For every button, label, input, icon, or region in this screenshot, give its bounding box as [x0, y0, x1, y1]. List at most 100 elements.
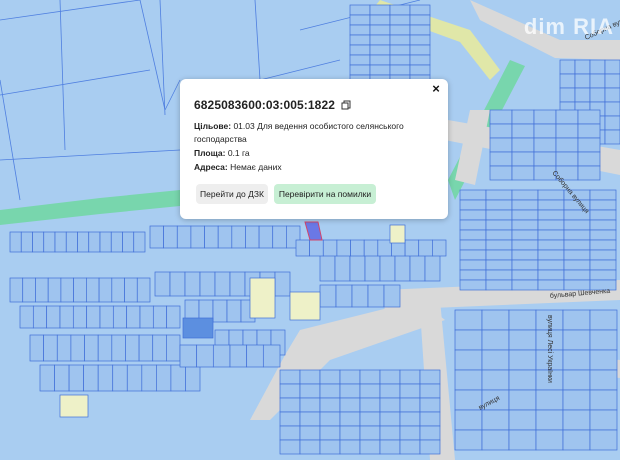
parcel[interactable]	[35, 277, 49, 303]
parcel[interactable]	[399, 397, 421, 413]
parcel[interactable]	[379, 254, 396, 282]
parcel[interactable]	[322, 239, 338, 257]
parcel[interactable]	[319, 383, 341, 399]
parcel[interactable]	[577, 165, 601, 181]
parcel[interactable]	[563, 229, 591, 241]
parcel[interactable]	[319, 397, 341, 413]
parcel[interactable]	[204, 225, 219, 249]
parcel[interactable]	[86, 277, 100, 303]
parcel[interactable]	[279, 383, 301, 399]
parcel[interactable]	[389, 14, 411, 26]
parcel[interactable]	[481, 349, 510, 371]
parcel[interactable]	[511, 199, 539, 211]
parcel[interactable]	[508, 349, 537, 371]
parcel[interactable]	[176, 225, 192, 249]
parcel[interactable]	[409, 24, 431, 36]
parcel[interactable]	[377, 239, 392, 257]
parcel[interactable]	[562, 409, 591, 431]
parcel[interactable]	[73, 277, 87, 303]
parcel[interactable]	[562, 389, 591, 411]
parcel[interactable]	[454, 329, 483, 351]
parcel[interactable]	[339, 397, 361, 413]
parcel[interactable]	[369, 44, 391, 56]
parcel[interactable]	[32, 231, 45, 253]
parcel[interactable]	[589, 369, 618, 391]
parcel[interactable]	[279, 369, 301, 385]
parcel[interactable]	[485, 199, 513, 211]
parcel[interactable]	[299, 383, 321, 399]
parcel[interactable]	[559, 87, 576, 103]
parcel[interactable]	[231, 225, 246, 249]
parcel[interactable]	[359, 369, 381, 385]
parcel[interactable]	[511, 209, 539, 221]
parcel[interactable]	[589, 389, 618, 411]
parcel[interactable]	[399, 425, 421, 441]
parcel[interactable]	[359, 411, 381, 427]
parcel[interactable]	[39, 364, 55, 392]
parcel[interactable]	[562, 369, 591, 391]
close-button[interactable]: ×	[428, 81, 444, 97]
parcel[interactable]	[379, 439, 401, 455]
parcel[interactable]	[489, 109, 513, 125]
parcel[interactable]	[163, 225, 178, 249]
parcel[interactable]	[562, 429, 591, 451]
parcel[interactable]	[459, 189, 487, 201]
parcel[interactable]	[184, 271, 201, 297]
parcel[interactable]	[212, 344, 231, 368]
parcel[interactable]	[562, 329, 591, 351]
parcel[interactable]	[77, 231, 90, 253]
parcel[interactable]	[604, 101, 620, 117]
parcel[interactable]	[389, 24, 411, 36]
parcel[interactable]	[149, 225, 164, 249]
parcel[interactable]	[309, 239, 324, 257]
parcel[interactable]	[537, 229, 565, 241]
parcel[interactable]	[299, 397, 321, 413]
parcel[interactable]	[124, 277, 138, 303]
parcel[interactable]	[369, 64, 391, 76]
parcel[interactable]	[170, 364, 186, 392]
parcel[interactable]	[229, 344, 248, 368]
parcel[interactable]	[563, 279, 591, 291]
parcel[interactable]	[214, 271, 231, 297]
parcel[interactable]	[508, 409, 537, 431]
parcel[interactable]	[535, 389, 564, 411]
parcel[interactable]	[511, 123, 535, 139]
parcel[interactable]	[389, 4, 411, 16]
parcel[interactable]	[563, 219, 591, 231]
parcel[interactable]	[589, 209, 617, 221]
parcel[interactable]	[350, 239, 365, 257]
parcel[interactable]	[369, 14, 391, 26]
parcel[interactable]	[559, 73, 576, 89]
parcel[interactable]	[152, 305, 168, 329]
parcel[interactable]	[19, 305, 34, 329]
parcel[interactable]	[485, 189, 513, 201]
parcel[interactable]	[535, 409, 564, 431]
parcel[interactable]	[126, 305, 141, 329]
parcel[interactable]	[359, 397, 381, 413]
parcel[interactable]	[99, 231, 112, 253]
parcel[interactable]	[589, 59, 606, 75]
parcel[interactable]	[589, 259, 617, 271]
parcel[interactable]	[481, 329, 510, 351]
parcel[interactable]	[169, 271, 186, 297]
parcel[interactable]	[379, 397, 401, 413]
parcel[interactable]	[459, 249, 487, 261]
parcel[interactable]	[604, 87, 620, 103]
parcel[interactable]	[555, 123, 579, 139]
parcel[interactable]	[535, 429, 564, 451]
parcel[interactable]	[349, 64, 371, 76]
parcel[interactable]	[339, 369, 361, 385]
parcel[interactable]	[537, 189, 565, 201]
check-errors-button[interactable]: Перевірити на помилки	[274, 184, 376, 204]
parcel[interactable]	[432, 239, 447, 257]
parcel[interactable]	[166, 305, 181, 329]
parcel[interactable]	[485, 279, 513, 291]
parcel[interactable]	[349, 14, 371, 26]
parcel[interactable]	[299, 439, 321, 455]
parcel[interactable]	[562, 349, 591, 371]
parcel[interactable]	[60, 277, 74, 303]
parcel[interactable]	[86, 305, 101, 329]
parcel[interactable]	[559, 59, 576, 75]
parcel[interactable]	[589, 409, 618, 431]
parcel[interactable]	[349, 34, 371, 46]
